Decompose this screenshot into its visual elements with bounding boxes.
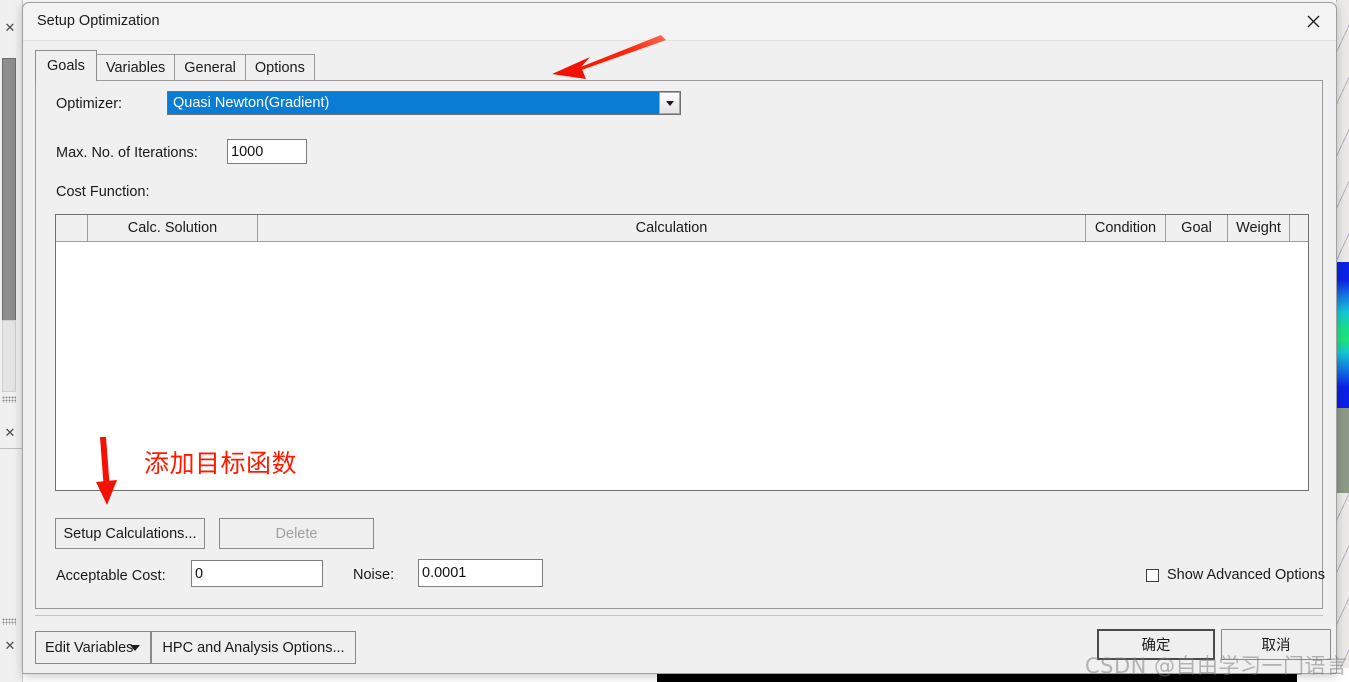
grip-icon [2, 396, 16, 403]
dialog-title: Setup Optimization [37, 13, 160, 29]
tab-options[interactable]: Options [244, 54, 315, 81]
table-header-weight[interactable]: Weight [1228, 215, 1290, 241]
show-advanced-options-checkbox[interactable]: Show Advanced Options [1146, 567, 1326, 583]
tab-general-label: General [184, 60, 236, 76]
cost-function-label: Cost Function: [56, 184, 150, 200]
footer-divider [35, 615, 1323, 616]
hpc-and-analysis-options-button[interactable]: HPC and Analysis Options... [151, 631, 356, 664]
close-icon[interactable]: ✕ [2, 20, 18, 36]
background-scrollbar-thumb[interactable] [2, 58, 16, 322]
acceptable-cost-input[interactable] [191, 560, 323, 587]
optimizer-label: Optimizer: [56, 96, 123, 112]
chevron-down-icon[interactable] [130, 644, 140, 651]
close-icon[interactable]: ✕ [2, 425, 18, 441]
chevron-down-icon[interactable] [659, 92, 680, 114]
table-header-calc-solution[interactable]: Calc. Solution [88, 215, 258, 241]
delete-label: Delete [275, 525, 318, 542]
tab-goals[interactable]: Goals [35, 50, 97, 81]
setup-calculations-label: Setup Calculations... [63, 525, 197, 542]
close-icon[interactable] [1291, 3, 1336, 40]
edit-variables-button[interactable]: Edit Variables [35, 631, 151, 664]
optimizer-selected-value: Quasi Newton(Gradient) [168, 92, 659, 114]
grip-icon [2, 618, 16, 625]
show-advanced-options-label: Show Advanced Options [1167, 567, 1325, 583]
optimizer-dropdown[interactable]: Quasi Newton(Gradient) [167, 91, 681, 115]
setup-optimization-dialog: Setup Optimization Goals Variables Gener… [22, 2, 1337, 674]
dialog-titlebar: Setup Optimization [23, 3, 1336, 41]
divider [0, 448, 22, 449]
background-colorbar [1337, 262, 1349, 408]
checkbox-icon[interactable] [1146, 568, 1159, 582]
tab-goals-label: Goals [47, 58, 85, 74]
noise-label: Noise: [353, 567, 395, 583]
table-header-condition[interactable]: Condition [1086, 215, 1166, 241]
tab-options-label: Options [254, 60, 305, 76]
tab-variables-label: Variables [105, 60, 166, 76]
max-iterations-input[interactable] [227, 139, 307, 164]
close-icon[interactable]: ✕ [2, 638, 18, 654]
watermark: CSDN @自由学习一门语言 [1085, 654, 1348, 678]
goals-panel: Optimizer: Quasi Newton(Gradient) Max. N… [35, 80, 1326, 609]
background-scrollbar-track[interactable] [2, 320, 16, 392]
edit-variables-label: Edit Variables [45, 639, 134, 656]
delete-button: Delete [219, 518, 374, 549]
table-header-goal[interactable]: Goal [1166, 215, 1228, 241]
acceptable-cost-label: Acceptable Cost: [56, 568, 166, 584]
table-header-index[interactable] [56, 215, 88, 241]
background-colorbar-tail [1337, 408, 1349, 493]
table-header-spacer [1290, 215, 1308, 241]
setup-calculations-button[interactable]: Setup Calculations... [55, 518, 205, 549]
noise-input[interactable] [418, 559, 543, 587]
annotation-text: 添加目标函数 [144, 449, 298, 478]
background-left-panel [0, 0, 23, 682]
tab-general[interactable]: General [174, 54, 246, 81]
table-header-row: Calc. Solution Calculation Condition Goa… [56, 215, 1308, 242]
table-header-calculation[interactable]: Calculation [258, 215, 1086, 241]
tab-variables[interactable]: Variables [95, 54, 176, 81]
screen: ✕ ✕ ✕ Setup Optimization Goals Variables… [0, 0, 1349, 682]
hpc-and-analysis-options-label: HPC and Analysis Options... [162, 639, 345, 656]
max-iterations-label: Max. No. of Iterations: [56, 145, 198, 161]
tab-strip: Goals Variables General Options [35, 49, 315, 81]
